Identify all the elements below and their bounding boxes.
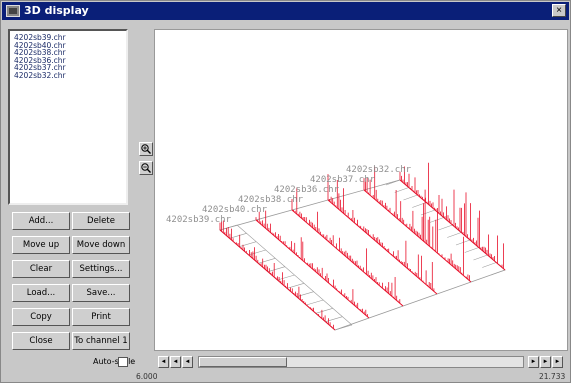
load-button[interactable]: Load... (12, 284, 70, 302)
3d-chromatogram-plot: 4202sb39.chr4202sb40.chr4202sb38.chr4202… (166, 162, 506, 331)
move-down-button[interactable]: Move down (72, 236, 130, 254)
zoom-in-button[interactable] (139, 142, 153, 156)
trace-label: 4202sb38.chr (238, 195, 304, 205)
autoscale-checkbox[interactable] (118, 357, 128, 367)
trace-label: 4202sb40.chr (202, 205, 268, 215)
floor-hatch-line (429, 217, 444, 223)
floor-hatch-line (325, 316, 343, 322)
file-list-item[interactable]: 4202sb32.chr (14, 72, 126, 80)
print-button[interactable]: Print (72, 308, 130, 326)
floor-hatch-line (334, 324, 353, 331)
zoom-out-icon (141, 163, 151, 173)
move-up-button[interactable]: Move up (12, 236, 70, 254)
floor-hatch-line (447, 232, 462, 238)
save-button[interactable]: Save... (72, 284, 130, 302)
range-min-label: 6.000 (136, 372, 158, 381)
close-window-button[interactable]: × (552, 4, 566, 17)
zoom-out-button[interactable] (139, 161, 153, 175)
title-bar: 3D display × (2, 2, 569, 20)
scroll-first-button[interactable]: ◄ (158, 356, 169, 368)
floor-hatch-line (239, 241, 257, 247)
zoom-in-icon (141, 144, 151, 154)
scroll-right-button[interactable]: ► (540, 356, 551, 368)
copy-button[interactable]: Copy (12, 308, 70, 326)
floor-hatch-line (258, 258, 276, 264)
floor-strip-edge (236, 224, 353, 326)
floor-hatch-line (394, 187, 409, 193)
floor-hatch-line (277, 274, 295, 281)
floor-hatch-line (403, 194, 418, 201)
floor-hatch-line (420, 209, 436, 216)
floor-hatch-line (385, 179, 401, 186)
trace-label: 4202sb37.chr (310, 175, 376, 185)
floor-hatch-line (229, 233, 247, 239)
scroll-left-button[interactable]: ◄ (170, 356, 181, 368)
scrollbar-thumb[interactable] (199, 357, 287, 367)
trace-label: 4202sb36.chr (274, 185, 340, 195)
to-channel-button[interactable]: To channel 1 (72, 332, 130, 350)
3d-plot-area[interactable]: 4202sb39.chr 4202sb40.chr 4202sb38.chr 4202… (154, 29, 568, 351)
autoscale-label: Auto-scale (93, 357, 136, 366)
floor-hatch-line (490, 269, 506, 276)
scroll-left-fast-button[interactable]: ◄ (182, 356, 193, 368)
file-list[interactable]: 4202sb39.chr 4202sb40.chr 4202sb38.chr 4202… (8, 29, 128, 205)
trace-label: 4202sb39.chr (166, 215, 232, 225)
floor-hatch-line (412, 202, 427, 208)
range-max-label: 21.733 (539, 372, 566, 381)
floor-hatch-line (464, 247, 479, 253)
floor-hatch-line (286, 283, 305, 289)
floor-hatch-line (267, 266, 286, 272)
settings-button[interactable]: Settings... (72, 260, 130, 278)
floor-hatch-line (438, 224, 453, 231)
close-button[interactable]: Close (12, 332, 70, 350)
delete-button[interactable]: Delete (72, 212, 130, 230)
scroll-last-button[interactable]: ► (552, 356, 563, 368)
add-button[interactable]: Add... (12, 212, 70, 230)
window-3d-display: 3D display × 4202sb39.chr 4202sb40.chr 420… (0, 0, 571, 383)
app-icon (6, 5, 20, 17)
clear-button[interactable]: Clear (12, 260, 70, 278)
floor-hatch-line (473, 254, 488, 261)
horizontal-scrollbar[interactable] (198, 356, 524, 368)
window-title: 3D display (24, 4, 89, 17)
floor-hatch-line (315, 308, 333, 314)
trace-label: 4202sb32.chr (346, 165, 412, 175)
floor-hatch-line (306, 299, 324, 306)
floor-hatch-line (482, 262, 497, 268)
scroll-right-fast-button[interactable]: ► (528, 356, 539, 368)
trace-peaks (399, 162, 504, 269)
